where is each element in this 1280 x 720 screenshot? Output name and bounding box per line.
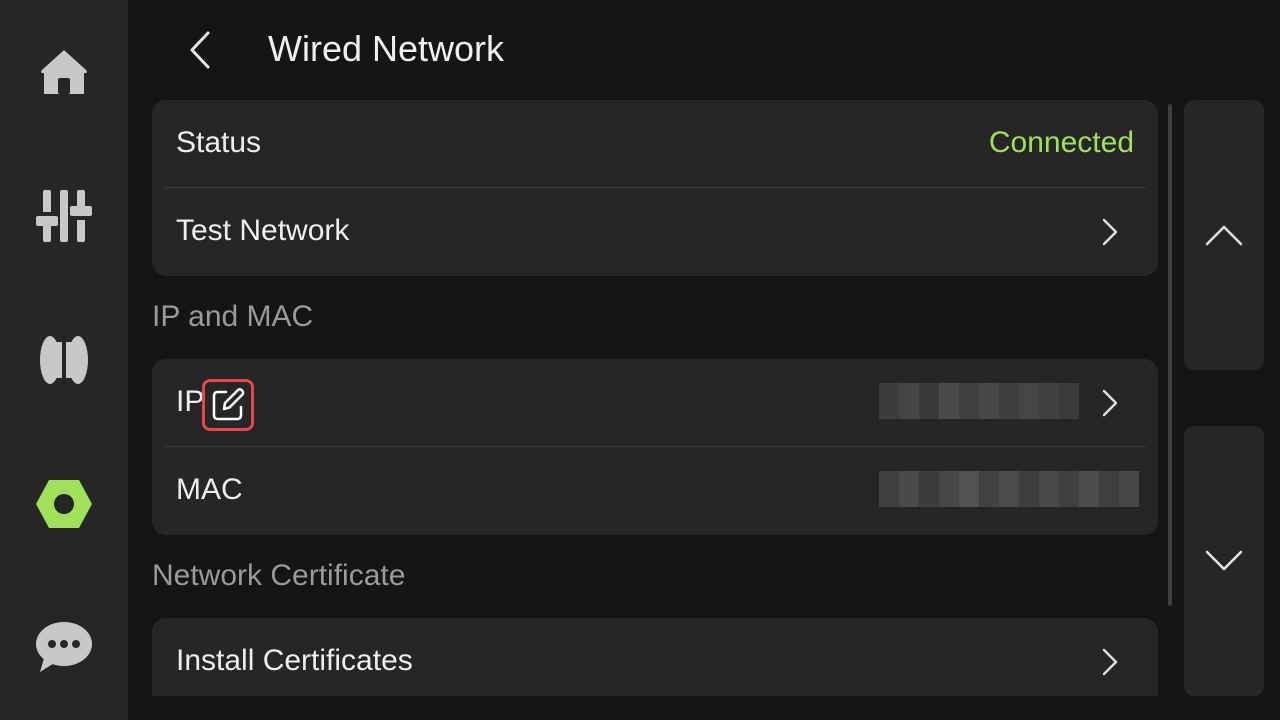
sidebar-item-controls[interactable]	[24, 176, 104, 256]
section-title-certificate: Network Certificate	[152, 559, 406, 592]
chevron-down-icon	[1205, 550, 1243, 571]
ip-row[interactable]: IP	[152, 359, 1158, 447]
sidebar-item-settings[interactable]	[24, 464, 104, 544]
mac-row: MAC	[152, 447, 1158, 535]
ip-label: IP	[176, 385, 205, 418]
chevron-right-icon	[1102, 218, 1118, 246]
test-network-row[interactable]: Test Network	[152, 188, 1158, 276]
sidebar-item-home[interactable]	[24, 32, 104, 112]
ip-value-redacted	[879, 383, 1079, 419]
certificate-card: Install Certificates	[152, 618, 1158, 696]
status-label: Status	[176, 126, 262, 159]
chevron-up-icon	[1205, 225, 1243, 246]
mac-label: MAC	[176, 473, 243, 506]
back-button[interactable]	[172, 22, 228, 78]
scroll-up-button[interactable]	[1184, 100, 1264, 370]
test-network-label: Test Network	[176, 214, 350, 247]
sliders-icon	[36, 190, 92, 242]
sidebar-item-messages[interactable]	[24, 608, 104, 688]
settings-hexagon-icon	[36, 480, 92, 528]
status-row: Status Connected	[152, 100, 1158, 188]
scrollbar[interactable]	[1168, 104, 1172, 606]
filament-spool-icon	[40, 336, 88, 384]
chevron-right-icon	[1102, 389, 1118, 417]
settings-content: Status Connected Test Network IP and MAC…	[152, 100, 1158, 696]
edit-ip-button[interactable]	[202, 379, 254, 431]
status-card: Status Connected Test Network	[152, 100, 1158, 276]
sidebar	[0, 0, 128, 720]
edit-icon	[212, 388, 245, 421]
install-certificates-row[interactable]: Install Certificates	[152, 618, 1158, 696]
page-title: Wired Network	[268, 28, 505, 69]
install-certificates-label: Install Certificates	[176, 644, 413, 677]
scroll-down-button[interactable]	[1184, 426, 1264, 696]
status-value: Connected	[988, 126, 1134, 159]
mac-value-redacted	[879, 471, 1139, 507]
chat-bubble-icon	[36, 622, 92, 672]
chevron-left-icon	[190, 31, 210, 69]
section-title-ip-mac: IP and MAC	[152, 300, 314, 333]
ip-mac-card: IP MAC	[152, 359, 1158, 535]
sidebar-item-filament[interactable]	[24, 320, 104, 400]
home-icon	[41, 50, 87, 94]
chevron-right-icon	[1102, 648, 1118, 676]
